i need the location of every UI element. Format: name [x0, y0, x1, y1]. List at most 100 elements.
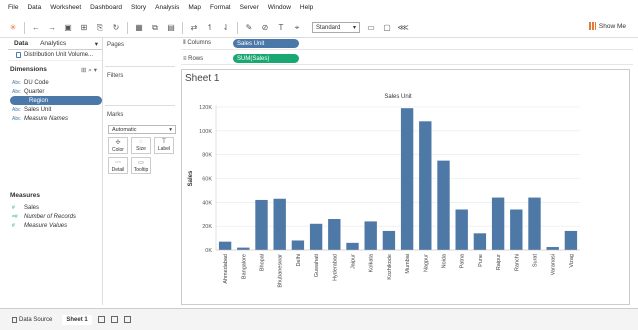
size-icon: ◌ — [139, 139, 143, 145]
x-tick-label: Varanasi — [551, 254, 557, 275]
dimension-field-quarter[interactable]: Abc Quarter — [10, 87, 100, 96]
sheet-title: Sheet 1 — [185, 73, 220, 84]
presentation-icon[interactable]: ▢ — [382, 23, 392, 33]
label-icon[interactable]: T — [276, 23, 286, 33]
marks-label-button[interactable]: T Label — [154, 137, 174, 154]
field-type-icon: =# — [12, 213, 18, 220]
tab-analytics[interactable]: Analytics — [34, 38, 72, 49]
new-story-icon[interactable] — [123, 316, 131, 323]
data-pane-tabs: Data Analytics ▾ — [8, 38, 102, 50]
database-icon — [12, 316, 17, 323]
marks-color-button[interactable]: ✣ Color — [108, 137, 128, 154]
marks-size-button[interactable]: ◌ Size — [131, 137, 151, 154]
menu-item-story[interactable]: Story — [131, 4, 146, 11]
x-tick-label: Nagpur — [423, 254, 429, 272]
rows-pill[interactable]: SUM(Sales) — [233, 54, 299, 63]
new-data-source-icon[interactable]: ⊞ — [79, 23, 89, 33]
group-icon[interactable]: ⊘ — [260, 23, 270, 33]
menu-item-help[interactable]: Help — [300, 4, 313, 11]
menu-item-worksheet[interactable]: Worksheet — [50, 4, 81, 11]
chevron-down-icon: ▾ — [169, 126, 172, 133]
redo-icon[interactable]: → — [47, 23, 57, 33]
divider — [105, 66, 175, 67]
search-icon[interactable]: ⊞ ⌕ ▾ — [81, 66, 97, 75]
data-source-item[interactable]: Distribution Unit Volume... — [8, 50, 102, 61]
toolbar-separator — [127, 21, 128, 34]
bar-bangalore — [237, 247, 250, 250]
menu-item-map[interactable]: Map — [188, 4, 201, 11]
mark-type-select[interactable]: Automatic ▾ — [108, 125, 176, 134]
new-worksheet-icon[interactable]: ▦ — [134, 23, 144, 33]
chart-title: Sales Unit — [384, 94, 412, 100]
field-type-icon: Abc — [12, 115, 21, 122]
dimension-field-measure-names[interactable]: Abc Measure Names — [10, 114, 100, 123]
menu-item-analysis[interactable]: Analysis — [155, 4, 179, 11]
data-source-name: Distribution Unit Volume... — [24, 52, 94, 58]
menu-item-window[interactable]: Window — [268, 4, 291, 11]
tableau-logo-icon[interactable]: ✳ — [8, 23, 18, 33]
color-icon: ✣ — [115, 139, 121, 146]
x-tick-label: Jaipur — [351, 254, 357, 269]
marks-tooltip-button[interactable]: ▭ Tooltip — [131, 157, 151, 174]
duplicate-icon[interactable]: ⧉ — [150, 23, 160, 33]
x-tick-label: Kolkata — [369, 253, 375, 272]
highlight-icon[interactable]: ✎ — [244, 23, 254, 33]
pages-card-title: Pages — [107, 42, 125, 48]
bar-noida — [437, 160, 450, 250]
x-tick-label: Mumbai — [405, 254, 411, 274]
menu-item-format[interactable]: Format — [210, 4, 231, 11]
columns-pill[interactable]: Sales Unit — [233, 39, 299, 48]
tab-data-source[interactable]: Data Source — [8, 315, 56, 325]
columns-shelf[interactable]: ⦀ Columns Sales Unit — [181, 38, 633, 50]
cards-pane: Pages Filters Marks Automatic ▾ ✣ Color ◌ S… — [105, 38, 177, 305]
field-label: Measure Names — [24, 115, 69, 122]
chevron-down-icon: ▾ — [352, 25, 356, 31]
x-tick-label: Patna — [460, 253, 466, 268]
menu-item-dashboard[interactable]: Dashboard — [90, 4, 122, 11]
dimension-field-sales-unit[interactable]: Abc Sales Unit — [10, 105, 100, 114]
menu-item-data[interactable]: Data — [27, 4, 41, 11]
new-worksheet-icon[interactable] — [97, 316, 105, 323]
field-label: Region — [29, 97, 49, 104]
swap-icon[interactable]: ⇄ — [189, 23, 199, 33]
y-tick-label: 60K — [202, 177, 212, 183]
clear-icon[interactable]: ▤ — [166, 23, 176, 33]
dimensions-title: Dimensions — [10, 66, 47, 73]
tab-sheet-1[interactable]: Sheet 1 — [62, 314, 92, 325]
share-icon[interactable]: ⋘ — [397, 23, 408, 33]
menu-item-file[interactable]: File — [8, 4, 18, 11]
sort-ascending-icon[interactable]: ↿ — [205, 23, 215, 33]
measure-field-sales[interactable]: # Sales — [10, 203, 100, 212]
new-dashboard-icon[interactable] — [110, 316, 118, 323]
marks-card-title: Marks — [107, 112, 124, 118]
fit-icon[interactable]: ▭ — [366, 23, 376, 33]
columns-label-text: Columns — [187, 40, 211, 46]
sort-descending-icon[interactable]: ⇃ — [221, 23, 231, 33]
measure-field-number-of-records[interactable]: =# Number of Records — [10, 212, 100, 221]
show-me-button[interactable]: Show Me — [588, 22, 626, 30]
bar-chart: Sales Unit Sales 0K 20K 40K 60K 80K 100K 120K Ahm… — [188, 94, 580, 288]
dimension-field-region[interactable]: ⊕ Region — [10, 96, 102, 105]
y-axis-label: Sales — [188, 170, 194, 186]
dimension-field-du-code[interactable]: Abc DU Code — [10, 78, 100, 87]
marks-detail-button[interactable]: ⋯ Detail — [108, 157, 128, 174]
rows-label-text: Rows — [188, 55, 204, 62]
bar-patna — [455, 209, 468, 250]
menu-item-server[interactable]: Server — [240, 4, 259, 11]
fit-select[interactable]: Standard ▾ — [312, 22, 360, 33]
field-type-icon: Abc — [12, 79, 21, 86]
measure-field-measure-values[interactable]: # Measure Values — [10, 221, 100, 230]
chevron-down-icon[interactable]: ▾ — [91, 38, 102, 49]
pause-icon[interactable]: ⎘ — [95, 23, 105, 33]
field-type-icon: Abc — [12, 88, 21, 95]
refresh-icon[interactable]: ↻ — [111, 23, 121, 33]
field-label: Measure Values — [24, 222, 68, 229]
x-tick-label: Bangalore — [241, 254, 247, 279]
undo-icon[interactable]: ← — [31, 23, 41, 33]
save-icon[interactable]: ▣ — [63, 23, 73, 33]
fix-axes-icon[interactable]: ⌖ — [292, 23, 302, 33]
tab-data[interactable]: Data — [8, 38, 34, 49]
bar-varanasi — [546, 247, 559, 250]
detail-icon: ⋯ — [115, 159, 121, 166]
rows-shelf[interactable]: ≡ Rows SUM(Sales) — [181, 53, 633, 65]
